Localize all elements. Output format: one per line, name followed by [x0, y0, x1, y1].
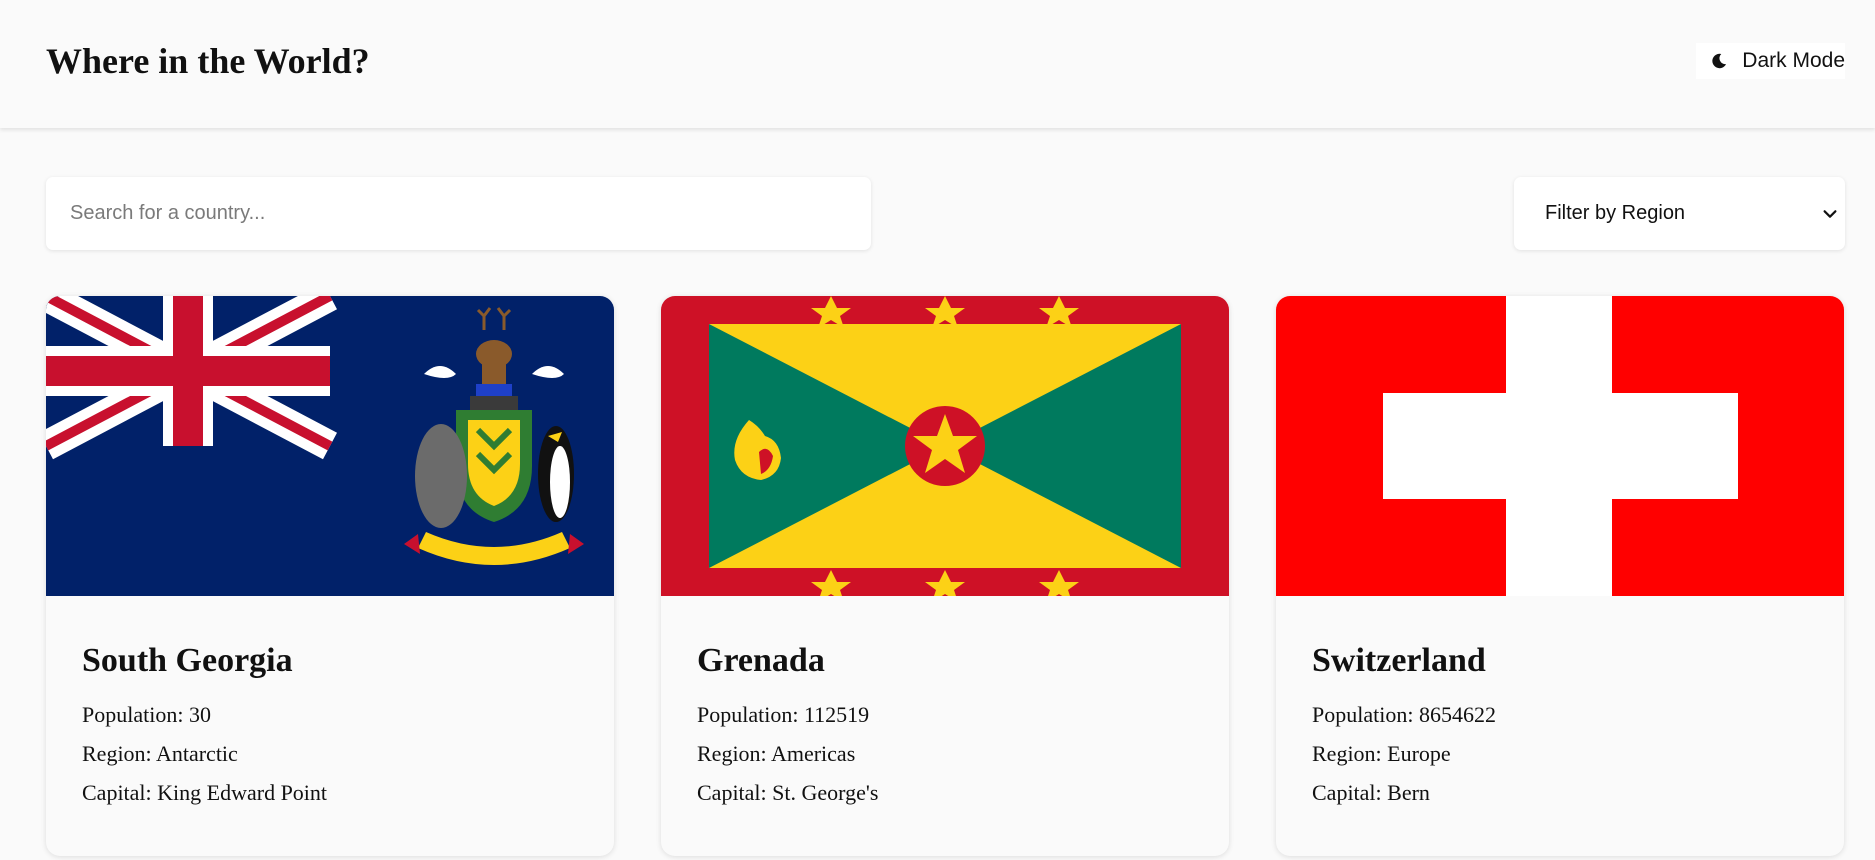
- region-filter-select[interactable]: Filter by Region: [1514, 177, 1845, 250]
- flag-south-georgia: [46, 296, 614, 596]
- country-grid: South Georgia Population: 30 Region: Ant…: [0, 250, 1875, 856]
- country-name: Grenada: [697, 642, 825, 679]
- capital-value: St. George's: [772, 780, 879, 805]
- region-label: Region:: [697, 741, 767, 766]
- population-value: 30: [188, 702, 211, 727]
- population-value: 112519: [803, 702, 870, 727]
- card-body: Grenada Population: 112519 Region: Ameri…: [661, 596, 1229, 806]
- population-label: Population:: [1312, 702, 1414, 727]
- country-card-switzerland[interactable]: Switzerland Population: 8654622 Region: …: [1276, 296, 1844, 856]
- region-value: Europe: [1387, 741, 1451, 766]
- capital-label: Capital:: [697, 780, 767, 805]
- page-title: Where in the World?: [46, 41, 370, 81]
- population-row: Population: 112519: [697, 702, 1193, 728]
- dark-mode-label: Dark Mode: [1742, 49, 1845, 72]
- population-row: Population: 8654622: [1312, 702, 1808, 728]
- region-filter-label: Filter by Region: [1545, 202, 1686, 224]
- card-body: South Georgia Population: 30 Region: Ant…: [46, 596, 614, 806]
- population-row: Population: 30: [82, 702, 578, 728]
- search-box: [46, 177, 871, 250]
- dark-mode-toggle[interactable]: Dark Mode: [1696, 43, 1845, 79]
- site-header: Where in the World? Dark Mode: [0, 0, 1875, 128]
- country-card-grenada[interactable]: Grenada Population: 112519 Region: Ameri…: [661, 296, 1229, 856]
- capital-row: Capital: King Edward Point: [82, 780, 578, 806]
- region-value: Americas: [770, 741, 856, 766]
- chevron-down-icon: [1823, 209, 1837, 218]
- country-card-south-georgia[interactable]: South Georgia Population: 30 Region: Ant…: [46, 296, 614, 856]
- region-value: Antarctic: [155, 741, 238, 766]
- capital-label: Capital:: [1312, 780, 1382, 805]
- flag-switzerland: [1276, 296, 1844, 596]
- controls-bar: Filter by Region: [0, 128, 1875, 250]
- country-name: Switzerland: [1312, 642, 1486, 679]
- region-row: Region: Europe: [1312, 741, 1808, 767]
- region-row: Region: Antarctic: [82, 741, 578, 767]
- capital-row: Capital: Bern: [1312, 780, 1808, 806]
- capital-value: King Edward Point: [157, 780, 328, 805]
- country-name: South Georgia: [82, 642, 293, 679]
- flag-grenada: [661, 296, 1229, 596]
- capital-value: Bern: [1387, 780, 1430, 805]
- population-value: 8654622: [1418, 702, 1496, 727]
- capital-row: Capital: St. George's: [697, 780, 1193, 806]
- card-body: Switzerland Population: 8654622 Region: …: [1276, 596, 1844, 806]
- capital-label: Capital:: [82, 780, 152, 805]
- search-input[interactable]: [46, 201, 871, 226]
- region-row: Region: Americas: [697, 741, 1193, 767]
- region-label: Region:: [1312, 741, 1382, 766]
- population-label: Population:: [82, 702, 184, 727]
- moon-icon: [1712, 53, 1727, 69]
- region-label: Region:: [82, 741, 152, 766]
- population-label: Population:: [697, 702, 799, 727]
